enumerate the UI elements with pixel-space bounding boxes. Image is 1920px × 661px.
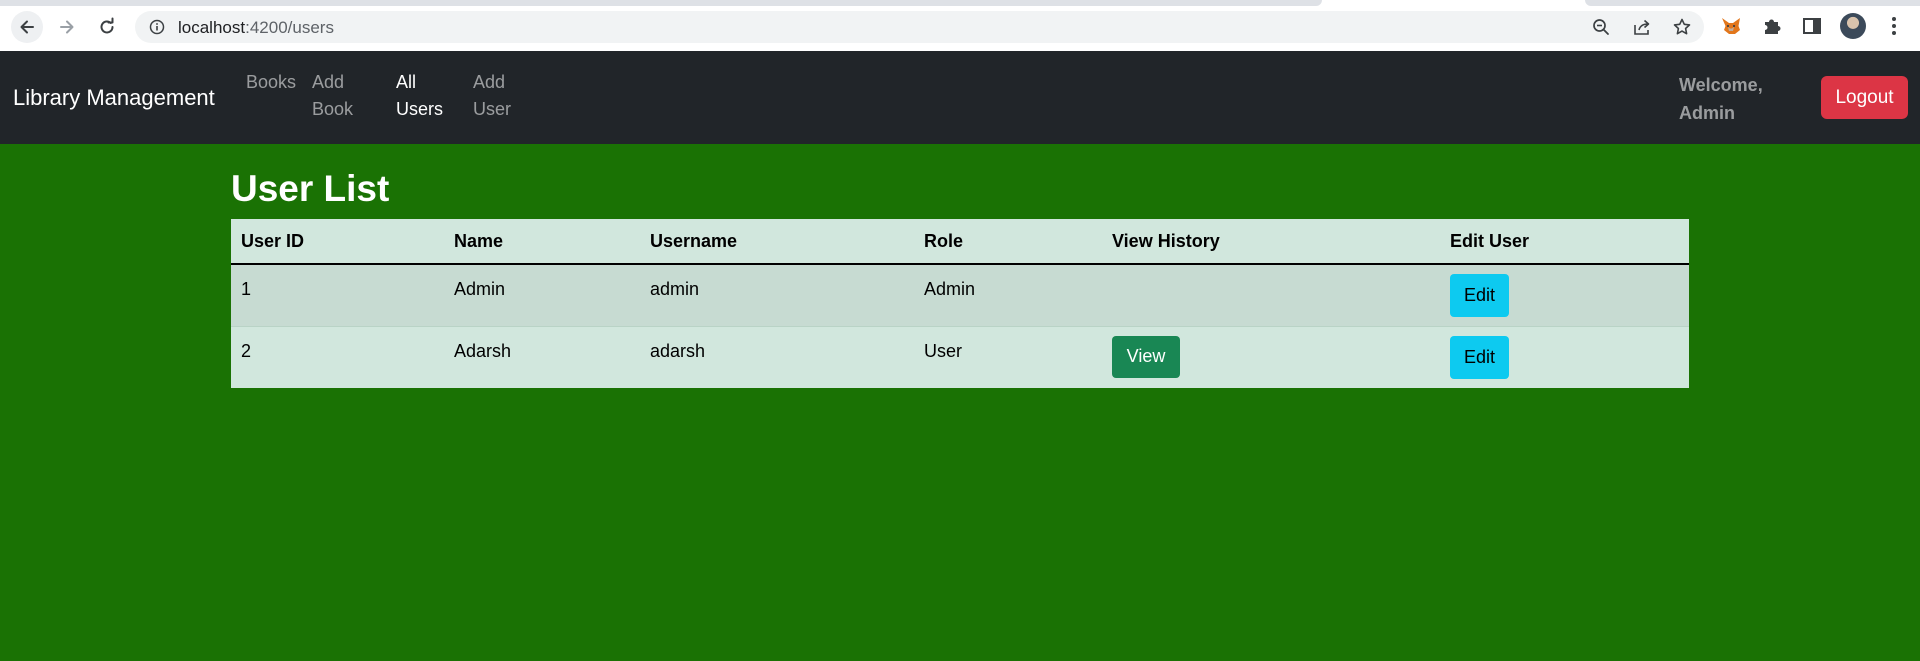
back-arrow-icon [20,20,34,34]
app-navbar: Library Management Books Add Book All Us… [0,51,1920,144]
cell-view-history [1102,264,1440,327]
profile-avatar[interactable] [1840,13,1866,39]
column-header-edit-user: Edit User [1440,219,1689,265]
cell-role: User [914,326,1102,388]
cell-name: Adarsh [444,326,640,388]
nav-link-add-book-label-2: Book [312,99,354,119]
user-table: User ID Name Username Role View History … [231,219,1689,388]
nav-link-books-label: Books [246,72,297,92]
edit-user-button[interactable]: Edit [1450,335,1509,379]
url-host: localhost [178,18,246,37]
cell-name: Admin [444,264,640,327]
column-header-user-id: User ID [231,219,444,265]
back-button[interactable] [11,11,43,43]
welcome-text: Welcome, Admin [1679,71,1789,127]
cell-view-history: View [1102,326,1440,388]
kebab-menu-icon[interactable] [1884,15,1904,37]
column-header-role: Role [914,219,1102,265]
zoom-out-icon[interactable] [1591,17,1611,37]
url-text[interactable]: localhost:4200/users [178,18,334,38]
star-icon[interactable] [1672,17,1692,37]
nav-link-all-users-label-2: Users [396,99,444,119]
page-title: User List [231,168,390,209]
fox-extension-icon[interactable] [1720,15,1742,37]
share-icon[interactable] [1632,17,1652,37]
browser-toolbar: localhost:4200/users [0,0,1920,51]
puzzle-icon[interactable] [1761,15,1783,37]
nav-link-books[interactable]: Books [246,69,306,96]
cell-edit-user: Edit [1440,326,1689,388]
column-header-view-history: View History [1102,219,1440,265]
nav-link-add-user-label-1: Add [473,72,506,92]
forward-button[interactable] [51,11,83,43]
forward-arrow-icon [60,20,74,34]
table-row: 2 Adarsh adarsh User View Edit [231,326,1689,388]
reload-icon [100,17,114,34]
address-bar[interactable]: localhost:4200/users [135,11,1704,43]
url-path: :4200/users [245,18,334,37]
cell-username: admin [640,264,914,327]
cell-role: Admin [914,264,1102,327]
nav-link-add-book[interactable]: Add Book [312,69,372,123]
column-header-name: Name [444,219,640,265]
column-header-username: Username [640,219,914,265]
table-row: 1 Admin admin Admin Edit [231,264,1689,327]
tab-strip-right [1585,0,1920,6]
welcome-username: Admin [1679,103,1735,123]
cell-user-id: 2 [231,326,444,388]
cell-edit-user: Edit [1440,264,1689,327]
nav-link-all-users-label-1: All [396,72,417,92]
table-header-row: User ID Name Username Role View History … [231,219,1689,265]
cell-user-id: 1 [231,264,444,327]
edit-user-button[interactable]: Edit [1450,274,1509,317]
welcome-greeting: Welcome, [1679,75,1763,95]
tab-strip [0,0,1322,6]
side-panel-icon[interactable] [1801,15,1823,37]
info-icon[interactable] [149,19,165,35]
cell-username: adarsh [640,326,914,388]
view-history-button[interactable]: View [1112,335,1180,378]
reload-button[interactable] [91,11,123,43]
nav-link-add-user-label-2: User [473,99,512,119]
brand-link[interactable]: Library Management [13,85,215,111]
nav-link-add-book-label-1: Add [312,72,345,92]
nav-link-all-users[interactable]: All Users [396,69,456,123]
logout-button[interactable]: Logout [1821,76,1908,119]
nav-link-add-user[interactable]: Add User [473,69,533,123]
